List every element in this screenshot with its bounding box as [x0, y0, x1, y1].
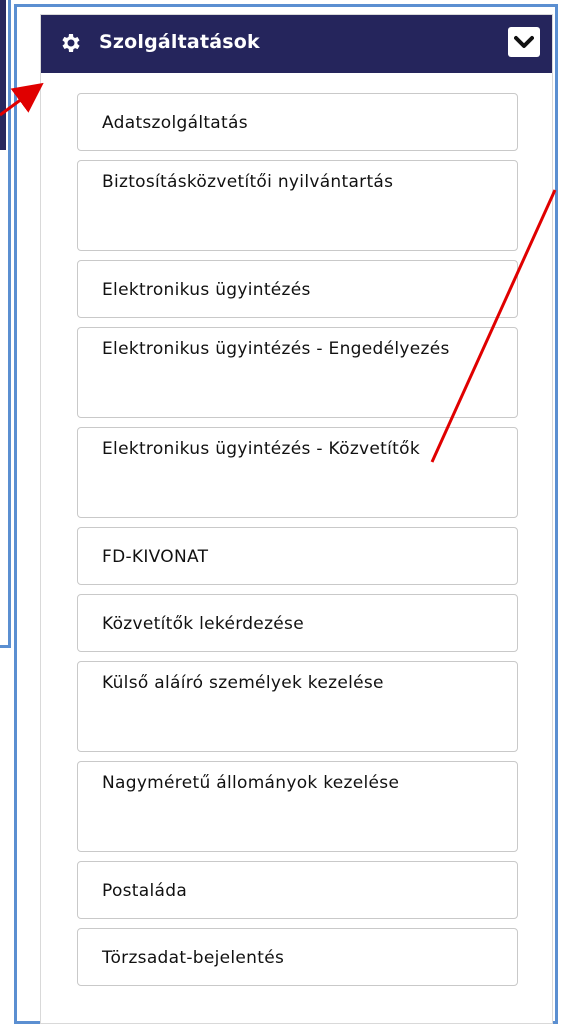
annotation-overlay [0, 82, 557, 463]
annotation-arrow-left [0, 82, 44, 117]
annotation-arrow-right [430, 189, 557, 463]
